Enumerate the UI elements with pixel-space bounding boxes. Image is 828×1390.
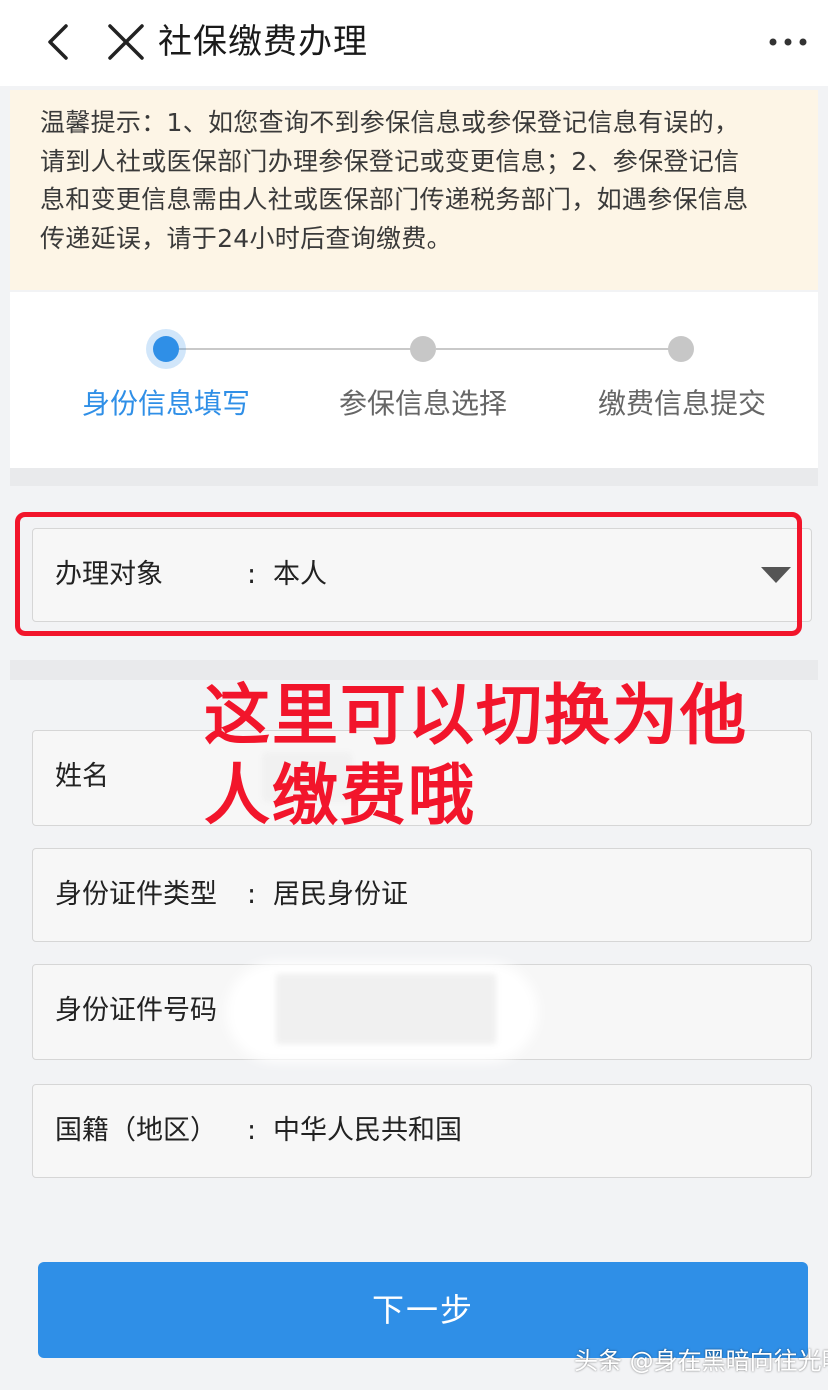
watermark: 头条 @身在黑暗向往光明 [574, 1347, 828, 1375]
id-type-field[interactable]: 身份证件类型 : 居民身份证 [32, 848, 812, 942]
id-number-label: 身份证件号码 [55, 995, 217, 1026]
close-button[interactable] [102, 18, 150, 66]
notice-line: 请到人社或医保部门办理参保登记或变更信息；2、参保登记信 [40, 146, 740, 176]
redacted-id-number-inner [276, 974, 496, 1044]
notice-line: 温馨提示：1、如您查询不到参保信息或参保登记信息有误的， [40, 108, 740, 137]
more-horizontal-icon [769, 38, 807, 46]
section-divider [10, 468, 818, 486]
field-colon: : [247, 1115, 257, 1146]
step-dot [668, 336, 694, 362]
annotation-line: 这里可以切换为他 [204, 677, 748, 754]
field-colon: : [247, 879, 257, 910]
id-type-value: 居民身份证 [273, 879, 408, 910]
annotation-line: 人缴费哦 [204, 757, 476, 834]
step-label-insurance: 参保信息选择 [338, 387, 507, 420]
step-label-submit: 缴费信息提交 [597, 387, 766, 420]
step-progress [10, 292, 818, 468]
notice-line: 传递延误，请于24小时后查询缴费。 [40, 223, 452, 253]
name-label: 姓名 [55, 761, 109, 792]
back-button[interactable] [38, 20, 82, 64]
step-connector [170, 348, 420, 350]
step-dot [410, 336, 436, 362]
more-button[interactable] [766, 28, 810, 56]
highlight-box [15, 512, 802, 636]
notice-text: 温馨提示：1、如您查询不到参保信息或参保登记信息有误的， 请到人社或医保部门办理… [40, 104, 812, 258]
close-icon [108, 24, 144, 60]
step-connector [436, 348, 682, 350]
step-dot-active [153, 336, 179, 362]
annotation-text: 这里可以切换为他 人缴费哦 [204, 676, 804, 836]
id-type-label: 身份证件类型 [55, 879, 217, 910]
nationality-value: 中华人民共和国 [273, 1115, 462, 1146]
chevron-left-icon [48, 24, 68, 60]
notice-line: 息和变更信息需由人社或医保部门传递税务部门，如遇参保信息 [40, 185, 749, 214]
step-label-identity: 身份信息填写 [81, 387, 250, 420]
nationality-field[interactable]: 国籍（地区） : 中华人民共和国 [32, 1084, 812, 1178]
page-title: 社保缴费办理 [158, 22, 368, 62]
nationality-label: 国籍（地区） [55, 1115, 217, 1146]
